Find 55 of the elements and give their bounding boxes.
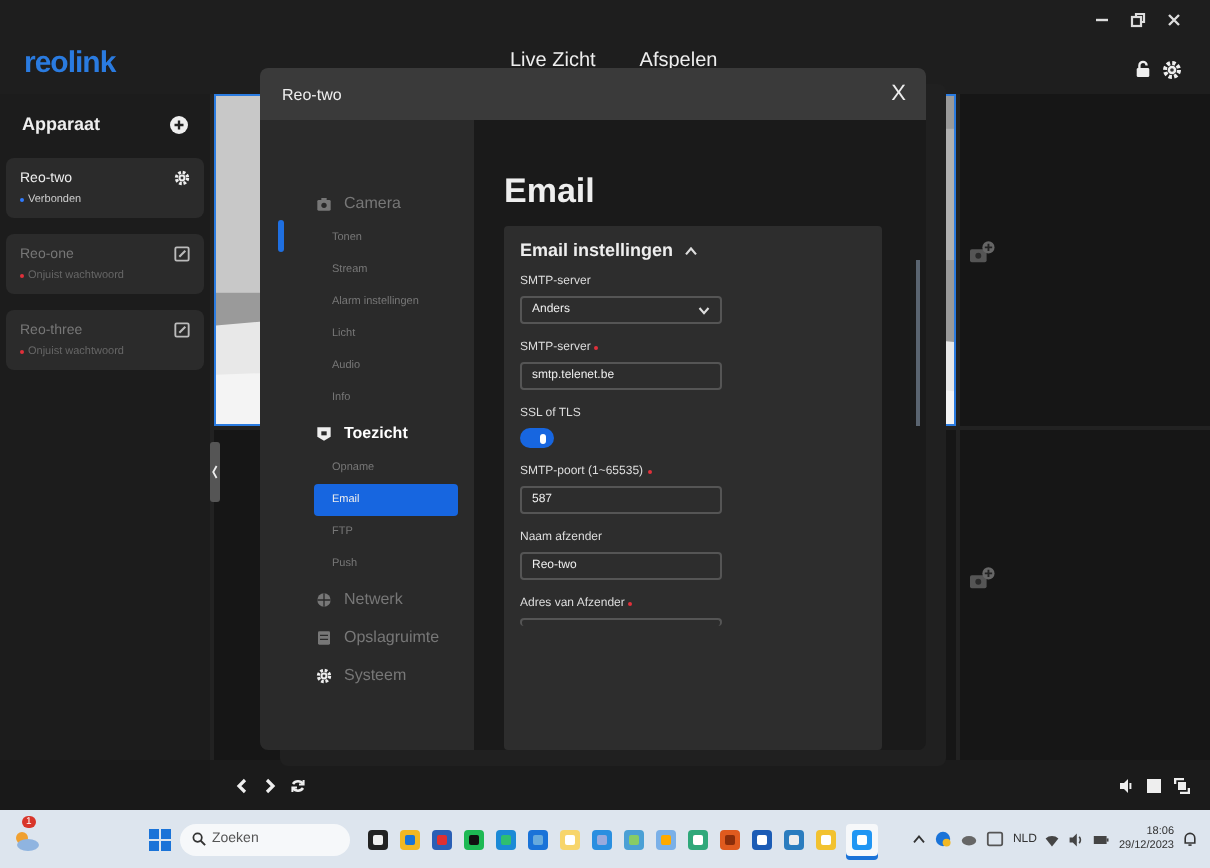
storage-icon[interactable]: [316, 629, 332, 645]
nav-group[interactable]: Toezicht: [316, 414, 458, 452]
scrollbar[interactable]: [916, 260, 920, 426]
search-icon: [192, 832, 206, 846]
windows-icon[interactable]: [148, 827, 172, 851]
add-camera-icon[interactable]: [968, 240, 996, 264]
speaker-icon[interactable]: [1118, 777, 1134, 793]
refresh-icon[interactable]: [290, 777, 306, 793]
edit-icon[interactable]: [174, 246, 190, 262]
restore-icon[interactable]: [1130, 12, 1146, 28]
nav-link[interactable]: Afspelen: [639, 50, 718, 72]
chevron-up-icon[interactable]: [912, 834, 927, 844]
app-icon[interactable]: [718, 827, 742, 851]
logo: reolink: [24, 46, 116, 80]
nav-group[interactable]: Camera: [316, 184, 458, 222]
settings-icon[interactable]: [174, 170, 190, 186]
previous-icon[interactable]: [234, 777, 250, 793]
settings-icon[interactable]: [316, 667, 332, 683]
settings-icon[interactable]: [1162, 60, 1182, 80]
globe-icon[interactable]: [316, 591, 332, 607]
edit-icon[interactable]: [174, 322, 190, 338]
shield-icon[interactable]: [316, 425, 332, 441]
grid-layout-icon[interactable]: [1146, 777, 1162, 793]
tray-icon[interactable]: [986, 830, 1005, 848]
wifi-icon[interactable]: [1044, 831, 1061, 847]
app-icon[interactable]: [750, 827, 774, 851]
lock-icon[interactable]: [1134, 60, 1152, 78]
nav-group[interactable]: Netwerk: [316, 580, 458, 618]
add-icon[interactable]: [170, 115, 188, 133]
tray-icon[interactable]: [934, 830, 953, 848]
caret-icon: [683, 245, 698, 255]
battery-icon[interactable]: [1092, 831, 1111, 847]
volume-icon[interactable]: [1068, 831, 1085, 847]
add-camera-icon[interactable]: [968, 566, 996, 590]
nav-link[interactable]: Live Zicht: [510, 50, 596, 72]
bell-icon[interactable]: [1182, 830, 1198, 848]
close-button[interactable]: X: [887, 82, 910, 106]
camera-icon[interactable]: [316, 195, 332, 211]
collapse-handle-icon[interactable]: [210, 442, 220, 502]
dialog-title: Reo-two: [282, 85, 342, 103]
nav-group[interactable]: Systeem: [316, 656, 458, 694]
next-icon[interactable]: [262, 777, 278, 793]
section-title: Apparaat: [22, 114, 101, 134]
chevron-down-icon: [698, 305, 710, 315]
close-icon[interactable]: [1166, 12, 1182, 28]
nav-group[interactable]: Opslagruimte: [316, 618, 458, 656]
page-heading: Email: [504, 172, 597, 212]
section-header[interactable]: Email instellingen: [520, 240, 866, 260]
cloud-icon[interactable]: [960, 830, 979, 848]
app-icon[interactable]: [462, 827, 486, 851]
fullscreen-icon[interactable]: [1174, 777, 1190, 793]
input-field[interactable]: [520, 618, 722, 626]
app-icon[interactable]: [366, 827, 390, 851]
toggle-switch[interactable]: [520, 428, 554, 448]
scroll-indicator: [278, 220, 284, 252]
